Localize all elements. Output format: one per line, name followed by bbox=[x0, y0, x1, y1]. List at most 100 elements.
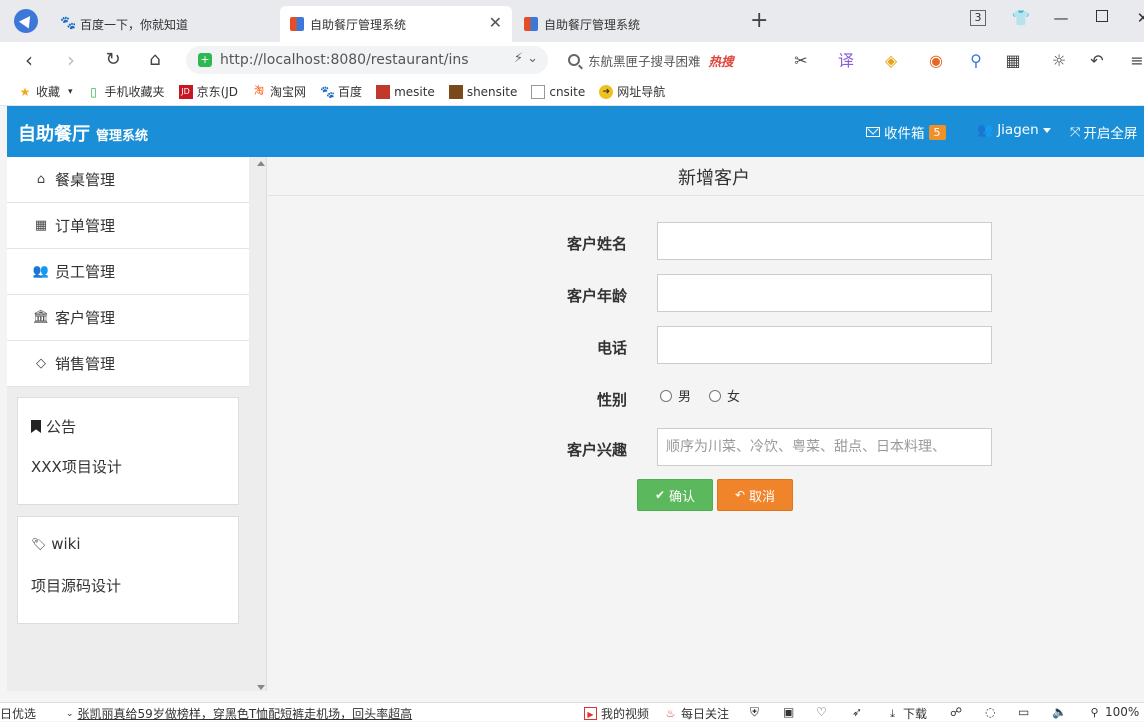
rocket-icon[interactable]: ➶ bbox=[852, 705, 862, 719]
fullscreen-toggle[interactable]: ⤧ 开启全屏 bbox=[1070, 122, 1137, 143]
menu-icon[interactable]: ≡ bbox=[1126, 50, 1144, 72]
forward-button[interactable]: › bbox=[58, 47, 84, 73]
gender-male-radio[interactable] bbox=[660, 389, 672, 402]
bookmark-shensite[interactable]: shensite bbox=[448, 84, 517, 99]
app-brand[interactable]: 自助餐厅 管理系统 bbox=[18, 120, 148, 146]
shield-icon[interactable]: ⛨ bbox=[750, 705, 759, 720]
sidebar-item-sales[interactable]: ◇ 销售管理 bbox=[7, 341, 249, 387]
minimize-button[interactable]: — bbox=[1050, 8, 1072, 28]
tab-count-button[interactable]: 3 bbox=[970, 10, 986, 26]
bookmark-favorites[interactable]: ★ 收藏 ▾ bbox=[18, 83, 73, 100]
undo-icon[interactable]: ↶ bbox=[1086, 50, 1108, 72]
image-icon[interactable]: ▣ bbox=[783, 705, 794, 719]
status-video-label: 我的视频 bbox=[601, 707, 650, 721]
phone-input[interactable] bbox=[657, 326, 992, 364]
cancel-button[interactable]: ↶ 取消 bbox=[717, 479, 793, 511]
url-text[interactable]: http://localhost:8080/restaurant/ins bbox=[220, 52, 475, 68]
brightness-icon[interactable]: ☼ bbox=[1048, 50, 1070, 72]
user-menu[interactable]: 👥 Jiagen bbox=[977, 122, 1051, 138]
inbox-label: 收件箱 bbox=[884, 126, 925, 142]
table-icon: ▦ bbox=[34, 218, 48, 233]
gender-female-radio[interactable] bbox=[709, 389, 722, 402]
browser-search-box[interactable]: 东航黑匣子搜寻困难 热搜 bbox=[562, 46, 767, 74]
sidebar-item-orders[interactable]: ▦ 订单管理 bbox=[7, 203, 249, 249]
browser-logo-icon bbox=[14, 9, 38, 33]
url-bar[interactable]: + http://localhost:8080/restaurant/ins ⚡… bbox=[186, 46, 548, 74]
notice-panel: 公告 XXX项目设计 bbox=[17, 397, 239, 505]
tab-title: 百度一下，你就知道 bbox=[80, 17, 189, 32]
status-my-video[interactable]: ▶ 我的视频 bbox=[584, 705, 649, 722]
brand-title: 自助餐厅 bbox=[18, 124, 90, 145]
search-icon bbox=[568, 54, 580, 66]
tab-baidu[interactable]: 🐾 百度一下，你就知道 bbox=[50, 6, 276, 42]
customer-name-input[interactable] bbox=[657, 222, 992, 260]
game-icon[interactable]: ◉ bbox=[925, 50, 947, 72]
customer-age-input[interactable] bbox=[657, 274, 992, 312]
download-icon: ⤓ bbox=[890, 707, 895, 720]
taobao-logo-icon: 淘 bbox=[254, 85, 265, 97]
status-download[interactable]: ⤓ 下载 bbox=[886, 705, 927, 722]
status-zoom[interactable]: ⚲ 100% bbox=[1088, 705, 1139, 719]
navigation-icon: ➜ bbox=[599, 84, 614, 99]
sidebar-item-tables[interactable]: ⌂ 餐桌管理 bbox=[7, 157, 249, 203]
back-button[interactable]: ‹ bbox=[16, 47, 42, 73]
interest-input[interactable] bbox=[657, 428, 992, 466]
home-icon[interactable]: ⌂ bbox=[142, 47, 168, 73]
gender-row: 性别 男 女 bbox=[268, 378, 1144, 416]
window-icon[interactable]: ▭ bbox=[1018, 705, 1029, 719]
users-icon: 👥 bbox=[977, 122, 994, 138]
network-icon[interactable]: ☍ bbox=[950, 705, 962, 719]
tab-close-icon[interactable]: ✕ bbox=[489, 14, 502, 32]
bookmark-label: 网址导航 bbox=[617, 85, 666, 99]
sidebar-item-customers[interactable]: 🏛 客户管理 bbox=[7, 295, 249, 341]
status-news-text: 张凯丽真给59岁做榜样，穿黑色T恤配短裤走机场，回头率超高 bbox=[77, 707, 413, 721]
refresh-circle-icon[interactable]: ◌ bbox=[985, 705, 995, 719]
bookmark-label: cnsite bbox=[549, 84, 586, 99]
wiki-body: 项目源码设计 bbox=[31, 577, 122, 595]
gender-male-label[interactable]: 男 bbox=[678, 386, 691, 405]
scroll-up-arrow[interactable] bbox=[257, 161, 265, 166]
gender-label: 性别 bbox=[596, 391, 627, 409]
notice-title: 公告 bbox=[31, 416, 76, 437]
speaker-icon[interactable]: 🔈 bbox=[1052, 705, 1067, 719]
gender-female-label[interactable]: 女 bbox=[727, 386, 740, 405]
customer-age-row: 客户年龄 bbox=[268, 274, 1144, 312]
apps-grid-icon[interactable]: ▦ bbox=[1002, 50, 1024, 72]
find-icon[interactable]: ⚲ bbox=[965, 50, 987, 72]
scissors-icon[interactable]: ✂ bbox=[790, 50, 812, 72]
bookmark-baidu[interactable]: 🐾 百度 bbox=[320, 83, 362, 100]
bookmark-cnsite[interactable]: cnsite bbox=[531, 84, 586, 99]
bookmark-taobao[interactable]: 淘 淘宝网 bbox=[252, 83, 306, 100]
confirm-button[interactable]: ✔ 确认 bbox=[637, 479, 713, 511]
status-left-label: 日优选 bbox=[0, 707, 37, 721]
phone-row: 电话 bbox=[268, 326, 1144, 364]
maximize-button[interactable] bbox=[1096, 10, 1108, 22]
chevron-down-icon: ▾ bbox=[68, 86, 73, 97]
close-window-button[interactable]: ✕ bbox=[1132, 8, 1144, 28]
bookmark-navigation[interactable]: ➜ 网址导航 bbox=[599, 83, 665, 100]
status-news-link[interactable]: ⌄ 张凯丽真给59岁做榜样，穿黑色T恤配短裤走机场，回头率超高 bbox=[66, 705, 412, 722]
coupon-icon[interactable]: ◈ bbox=[880, 50, 902, 72]
bank-icon: 🏛 bbox=[32, 310, 50, 325]
bookmark-mesite[interactable]: mesite bbox=[376, 84, 435, 99]
sidebar: ⌂ 餐桌管理 ▦ 订单管理 👥 员工管理 🏛 客户管理 ◇ 销售管理 公告 XX… bbox=[7, 157, 267, 691]
scroll-down-arrow[interactable] bbox=[257, 685, 265, 690]
customer-age-label: 客户年龄 bbox=[566, 287, 627, 305]
heart-icon[interactable]: ♡ bbox=[816, 705, 827, 719]
translate-icon[interactable]: 译 bbox=[835, 50, 857, 72]
new-tab-button[interactable]: + bbox=[750, 9, 768, 33]
status-daily-picks[interactable]: 日优选 bbox=[0, 705, 36, 722]
page-icon bbox=[531, 84, 546, 99]
interest-label: 客户兴趣 bbox=[566, 441, 627, 459]
bookmark-mobile[interactable]: ▯ 手机收藏夹 bbox=[87, 83, 164, 100]
status-daily-follow[interactable]: ♨ 每日关注 bbox=[664, 705, 729, 722]
tab-restaurant-active[interactable]: 自助餐厅管理系统 ✕ bbox=[280, 6, 512, 42]
sidebar-item-staff[interactable]: 👥 员工管理 bbox=[7, 249, 249, 295]
inbox-link[interactable]: 收件箱 5 bbox=[866, 122, 946, 142]
reload-icon[interactable]: ↻ bbox=[100, 47, 126, 73]
bookmark-jd[interactable]: JD 京东(JD bbox=[178, 83, 238, 100]
shirt-skin-icon[interactable]: 👕 bbox=[1010, 8, 1032, 28]
url-dropdown-icon[interactable]: ⚡ ⌄ bbox=[514, 51, 538, 66]
tab-restaurant[interactable]: 自助餐厅管理系统 bbox=[514, 6, 740, 42]
sidebar-item-label: 餐桌管理 bbox=[55, 171, 116, 189]
